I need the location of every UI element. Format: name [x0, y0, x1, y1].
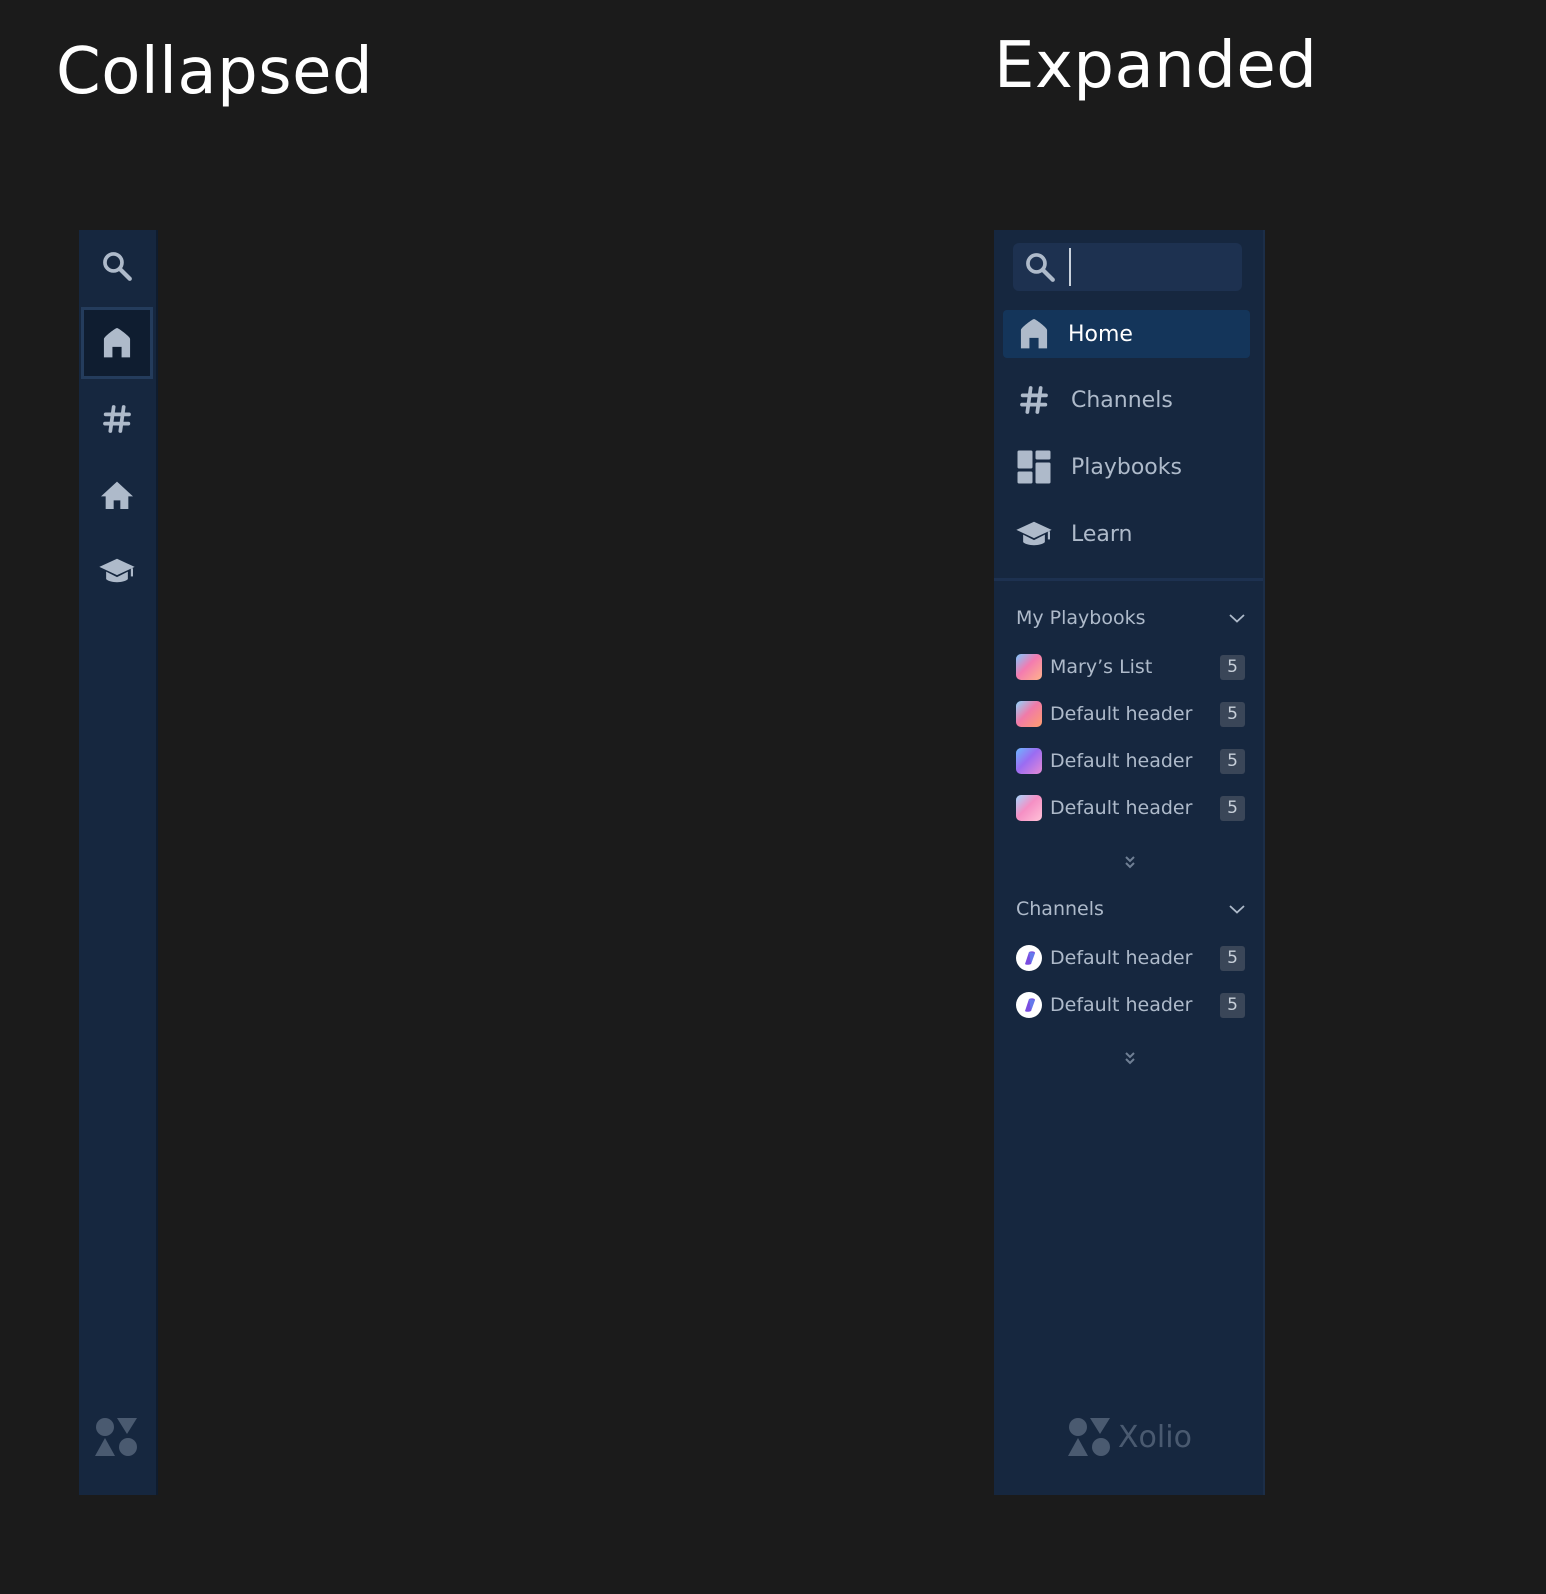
xolio-logo-icon: [95, 1417, 139, 1461]
channel-avatar: [1016, 992, 1042, 1018]
nav-item-label: Playbooks: [1071, 454, 1182, 480]
hash-icon: [1014, 380, 1054, 420]
playbook-item[interactable]: Mary’s List 5: [1016, 652, 1245, 682]
expanded-heading: Expanded: [994, 29, 1318, 103]
text-cursor: [1069, 248, 1071, 286]
chevron-down-icon: [1229, 905, 1245, 914]
collapsed-heading: Collapsed: [56, 35, 374, 109]
count-badge: 5: [1220, 701, 1245, 727]
dashboard-icon: [1014, 447, 1054, 487]
home-icon: [1014, 314, 1054, 354]
channel-avatar: [1016, 945, 1042, 971]
rail-learn-button[interactable]: [81, 535, 153, 607]
count-badge: 5: [1220, 654, 1245, 680]
playbook-item[interactable]: Default header 5: [1016, 746, 1245, 776]
search-input[interactable]: [1079, 243, 1233, 293]
collapsed-sidebar: [79, 230, 158, 1495]
playbook-label: Default header: [1050, 703, 1193, 725]
rail-channels-button[interactable]: [81, 383, 153, 455]
house-icon: [101, 481, 133, 509]
graduation-cap-icon: [99, 558, 135, 583]
graduation-cap-icon: [1014, 514, 1054, 554]
search-icon: [1026, 253, 1055, 282]
playbook-label: Default header: [1050, 797, 1193, 819]
show-more-playbooks-button[interactable]: [1120, 852, 1140, 872]
expanded-sidebar: Home Channels Playbooks Learn My Playboo…: [994, 230, 1265, 1495]
double-chevron-down-icon: [1125, 856, 1135, 869]
xolio-logo-icon: [1068, 1418, 1110, 1456]
playbook-label: Mary’s List: [1050, 656, 1153, 678]
count-badge: 5: [1220, 748, 1245, 774]
brand-logo: Xolio: [1068, 1417, 1192, 1457]
playbook-label: Default header: [1050, 750, 1193, 772]
count-badge: 5: [1220, 795, 1245, 821]
search-icon: [103, 252, 132, 281]
divider: [994, 578, 1263, 581]
hash-icon: [103, 405, 131, 433]
playbook-item[interactable]: Default header 5: [1016, 699, 1245, 729]
search-box[interactable]: [1013, 243, 1242, 293]
home-icon: [103, 327, 131, 358]
nav-item-label: Home: [1068, 321, 1133, 347]
rail-house-button[interactable]: [81, 459, 153, 531]
nav-item-playbooks[interactable]: Playbooks: [1003, 443, 1250, 491]
nav-item-label: Learn: [1071, 521, 1133, 547]
double-chevron-down-icon: [1125, 1052, 1135, 1065]
section-title: My Playbooks: [1016, 607, 1146, 629]
count-badge: 5: [1220, 992, 1245, 1018]
show-more-channels-button[interactable]: [1120, 1048, 1140, 1068]
playbook-thumbnail: [1016, 701, 1042, 727]
playbook-item[interactable]: Default header 5: [1016, 793, 1245, 823]
brand-name: Xolio: [1118, 1419, 1192, 1455]
chevron-down-icon: [1229, 614, 1245, 623]
count-badge: 5: [1220, 945, 1245, 971]
channel-label: Default header: [1050, 947, 1193, 969]
playbook-thumbnail: [1016, 654, 1042, 680]
channel-item[interactable]: Default header 5: [1016, 990, 1245, 1020]
playbook-thumbnail: [1016, 795, 1042, 821]
rail-search-button[interactable]: [81, 230, 153, 302]
my-playbooks-section-header[interactable]: My Playbooks: [1016, 603, 1246, 633]
playbook-thumbnail: [1016, 748, 1042, 774]
nav-item-label: Channels: [1071, 387, 1173, 413]
channel-item[interactable]: Default header 5: [1016, 943, 1245, 973]
nav-item-home[interactable]: Home: [1003, 310, 1250, 358]
rail-home-button[interactable]: [81, 307, 153, 379]
channels-section-header[interactable]: Channels: [1016, 894, 1246, 924]
section-title: Channels: [1016, 898, 1104, 920]
nav-item-learn[interactable]: Learn: [1003, 510, 1250, 558]
nav-item-channels[interactable]: Channels: [1003, 376, 1250, 424]
channel-label: Default header: [1050, 994, 1193, 1016]
